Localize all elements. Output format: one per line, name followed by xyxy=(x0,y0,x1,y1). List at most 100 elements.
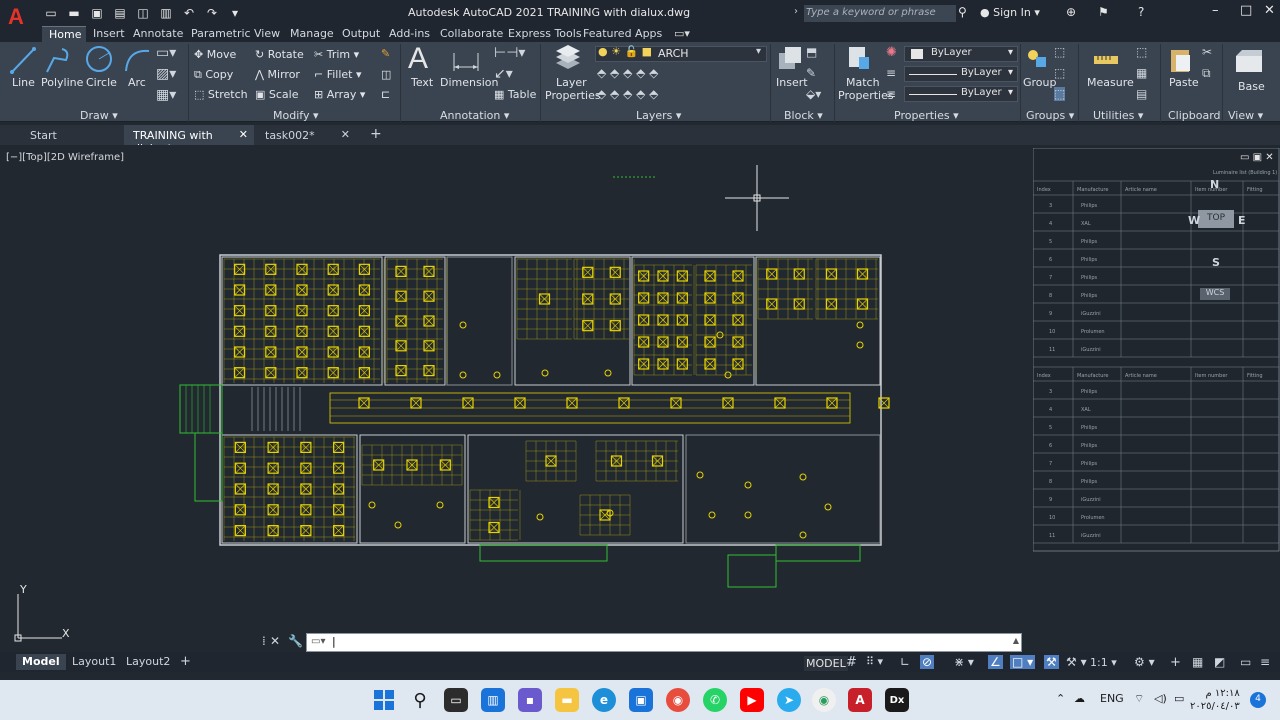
command-input[interactable]: ▭▾ | ▲ xyxy=(306,633,1022,652)
minimize-icon[interactable]: – xyxy=(1212,3,1219,18)
polyline-icon[interactable] xyxy=(44,46,72,76)
linetype-dropdown[interactable]: ByLayer ▾ xyxy=(904,66,1018,82)
clean-screen-icon[interactable]: ▭ xyxy=(1240,655,1251,669)
luminaire-symbol[interactable] xyxy=(296,325,308,337)
luminaire-symbol[interactable] xyxy=(488,521,500,534)
line-icon[interactable] xyxy=(10,46,36,76)
downlight-symbol[interactable] xyxy=(394,521,402,529)
luminaire-symbol[interactable] xyxy=(333,462,345,474)
downlight-symbol[interactable] xyxy=(708,511,716,519)
luminaire-symbol[interactable] xyxy=(234,346,246,358)
downlight-symbol[interactable] xyxy=(436,501,444,509)
close-tab-icon[interactable]: ✕ xyxy=(341,128,350,141)
luminaire-symbol[interactable] xyxy=(358,346,370,358)
luminaire-symbol[interactable] xyxy=(657,292,669,304)
tab-add-ins[interactable]: Add-ins xyxy=(389,26,430,42)
luminaire-symbol[interactable] xyxy=(670,397,682,409)
viewport-window-controls[interactable]: ▭ ▣ ✕ xyxy=(1240,152,1274,163)
luminaire-symbol[interactable] xyxy=(265,263,277,275)
notification-badge[interactable]: 4 xyxy=(1250,692,1266,708)
luminaire-symbol[interactable] xyxy=(358,325,370,337)
downlight-symbol[interactable] xyxy=(799,531,807,539)
new-layout-icon[interactable]: + xyxy=(174,654,197,670)
object-snap-tracking-icon[interactable]: ∠ xyxy=(988,655,1003,669)
chrome-icon[interactable]: ◉ xyxy=(666,688,690,712)
close-tab-icon[interactable]: ✕ xyxy=(239,128,248,141)
ribbon-minimize-icon[interactable]: ▭▾ xyxy=(674,26,690,42)
polyline-button[interactable]: Polyline xyxy=(41,76,83,89)
utilities-panel-label[interactable]: Utilities ▾ xyxy=(1093,109,1143,122)
tab-layout2[interactable]: Layout2 xyxy=(120,654,176,670)
task-view-icon[interactable]: ▭ xyxy=(444,688,468,712)
luminaire-symbol[interactable] xyxy=(766,268,778,280)
viewcube[interactable]: N TOP W E S WCS xyxy=(1188,178,1246,300)
undo-icon[interactable]: ↶ xyxy=(182,6,196,20)
gradient-icon[interactable]: ▦▾ xyxy=(156,87,176,103)
arc-icon[interactable] xyxy=(123,45,151,75)
system-clock[interactable]: ١٢:١٨ م ٢٠٢٥/٠٤/٠٣ xyxy=(1190,687,1240,713)
luminaire-symbol[interactable] xyxy=(395,315,407,327)
table-button[interactable]: ▦ Table xyxy=(494,88,536,101)
plot-icon[interactable]: ▥ xyxy=(159,6,173,20)
cut-icon[interactable]: ✂ xyxy=(1202,45,1212,59)
luminaire-symbol[interactable] xyxy=(300,483,312,495)
paste-icon[interactable] xyxy=(1168,46,1194,74)
tab-insert[interactable]: Insert xyxy=(93,26,125,42)
properties-panel-label[interactable]: Properties ▾ xyxy=(894,109,959,122)
ungroup-icon[interactable]: ⬚ xyxy=(1054,45,1065,59)
luminaire-symbol[interactable] xyxy=(333,483,345,495)
luminaire-symbol[interactable] xyxy=(462,397,474,409)
luminaire-symbol[interactable] xyxy=(566,397,578,409)
isodraft-icon[interactable]: ⋇ ▾ xyxy=(954,655,974,669)
tab-manage[interactable]: Manage xyxy=(290,26,334,42)
luminaire-symbol[interactable] xyxy=(704,270,716,282)
downlight-symbol[interactable] xyxy=(493,371,501,379)
base-button[interactable]: Base xyxy=(1238,80,1265,93)
layer-properties-label-2[interactable]: Properties xyxy=(545,89,601,102)
luminaire-symbol[interactable] xyxy=(732,292,744,304)
luminaire-symbol[interactable] xyxy=(704,336,716,348)
tab-view[interactable]: View xyxy=(254,26,280,42)
luminaire-symbol[interactable] xyxy=(267,504,279,516)
luminaire-symbol[interactable] xyxy=(296,263,308,275)
new-tab-icon[interactable]: + xyxy=(366,125,382,145)
luminaire-symbol[interactable] xyxy=(327,305,339,317)
luminaire-symbol[interactable] xyxy=(395,340,407,352)
luminaire-symbol[interactable] xyxy=(358,305,370,317)
luminaire-symbol[interactable] xyxy=(638,336,650,348)
viewcube-top-face[interactable]: TOP xyxy=(1198,210,1234,228)
floor-plan[interactable] xyxy=(179,254,882,588)
luminaire-symbol[interactable] xyxy=(265,284,277,296)
rectangle-icon[interactable]: ▭▾ xyxy=(156,45,176,61)
luminaire-symbol[interactable] xyxy=(267,483,279,495)
luminaire-symbol[interactable] xyxy=(657,270,669,282)
group-icon[interactable] xyxy=(1024,45,1050,73)
group-select-icon[interactable]: ⬚ xyxy=(1054,87,1066,101)
luminaire-symbol[interactable] xyxy=(704,292,716,304)
polar-tracking-icon[interactable]: ⊘ xyxy=(920,655,935,669)
layer-tools-row-2-icons[interactable]: ⬘ ⬘ ⬘ ⬘ ⬘ xyxy=(597,87,658,101)
luminaire-symbol[interactable] xyxy=(766,298,778,310)
luminaire-symbol[interactable] xyxy=(265,367,277,379)
telegram-icon[interactable]: ➤ xyxy=(777,688,801,712)
file-explorer-icon[interactable]: ▬ xyxy=(555,688,579,712)
text-icon[interactable]: A xyxy=(408,42,428,76)
layer-properties-icon[interactable] xyxy=(553,45,583,73)
command-grip-icon[interactable]: ⁞ xyxy=(262,634,266,648)
luminaire-symbol[interactable] xyxy=(638,292,650,304)
lineweight-dropdown[interactable]: ByLayer ▾ xyxy=(904,86,1018,102)
doc-tab-task002[interactable]: task002* ✕ xyxy=(256,125,356,145)
line-button[interactable]: Line xyxy=(12,76,35,89)
luminaire-symbol[interactable] xyxy=(327,346,339,358)
redo-icon[interactable]: ↷ xyxy=(205,6,219,20)
luminaire-symbol[interactable] xyxy=(265,325,277,337)
customization-icon[interactable]: ≡ xyxy=(1260,655,1270,669)
edge-browser-icon[interactable]: e xyxy=(592,688,616,712)
qat-menu-icon[interactable]: ▾ xyxy=(228,6,242,20)
dimension-button[interactable]: Dimension xyxy=(440,76,498,89)
edit-block-icon[interactable]: ✎ xyxy=(806,66,816,80)
downlight-symbol[interactable] xyxy=(459,321,467,329)
luminaire-symbol[interactable] xyxy=(423,340,435,352)
match-properties-icon[interactable] xyxy=(846,45,872,73)
tab-express-tools[interactable]: Express Tools xyxy=(508,26,582,42)
